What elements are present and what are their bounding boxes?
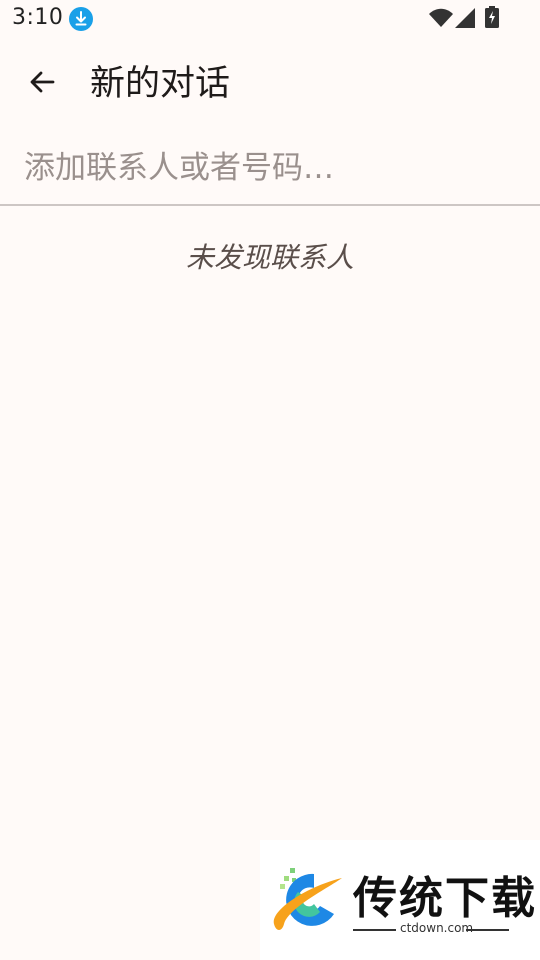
recipient-input[interactable] bbox=[24, 144, 514, 192]
download-notification-icon bbox=[69, 7, 93, 31]
empty-contacts-message: 未发现联系人 bbox=[185, 241, 354, 274]
watermark-divider-left bbox=[353, 929, 396, 931]
watermark-brand: 传统下载 bbox=[353, 873, 537, 924]
back-button[interactable] bbox=[20, 62, 64, 106]
page-title: 新的对话 bbox=[90, 64, 231, 104]
watermark-logo-icon bbox=[268, 862, 348, 942]
battery-charging-icon bbox=[485, 6, 499, 28]
cellular-signal-icon bbox=[455, 8, 475, 28]
wifi-icon bbox=[429, 8, 453, 28]
arrow-back-icon bbox=[28, 68, 56, 100]
watermark-divider-right bbox=[466, 929, 509, 931]
status-time: 3:10 bbox=[12, 5, 64, 30]
watermark: 传统下载 ctdown.com bbox=[260, 840, 540, 960]
watermark-url: ctdown.com bbox=[400, 921, 474, 935]
status-bar: 3:10 bbox=[0, 0, 540, 38]
app-bar: 新的对话 bbox=[0, 50, 540, 122]
recipient-field bbox=[0, 138, 540, 206]
